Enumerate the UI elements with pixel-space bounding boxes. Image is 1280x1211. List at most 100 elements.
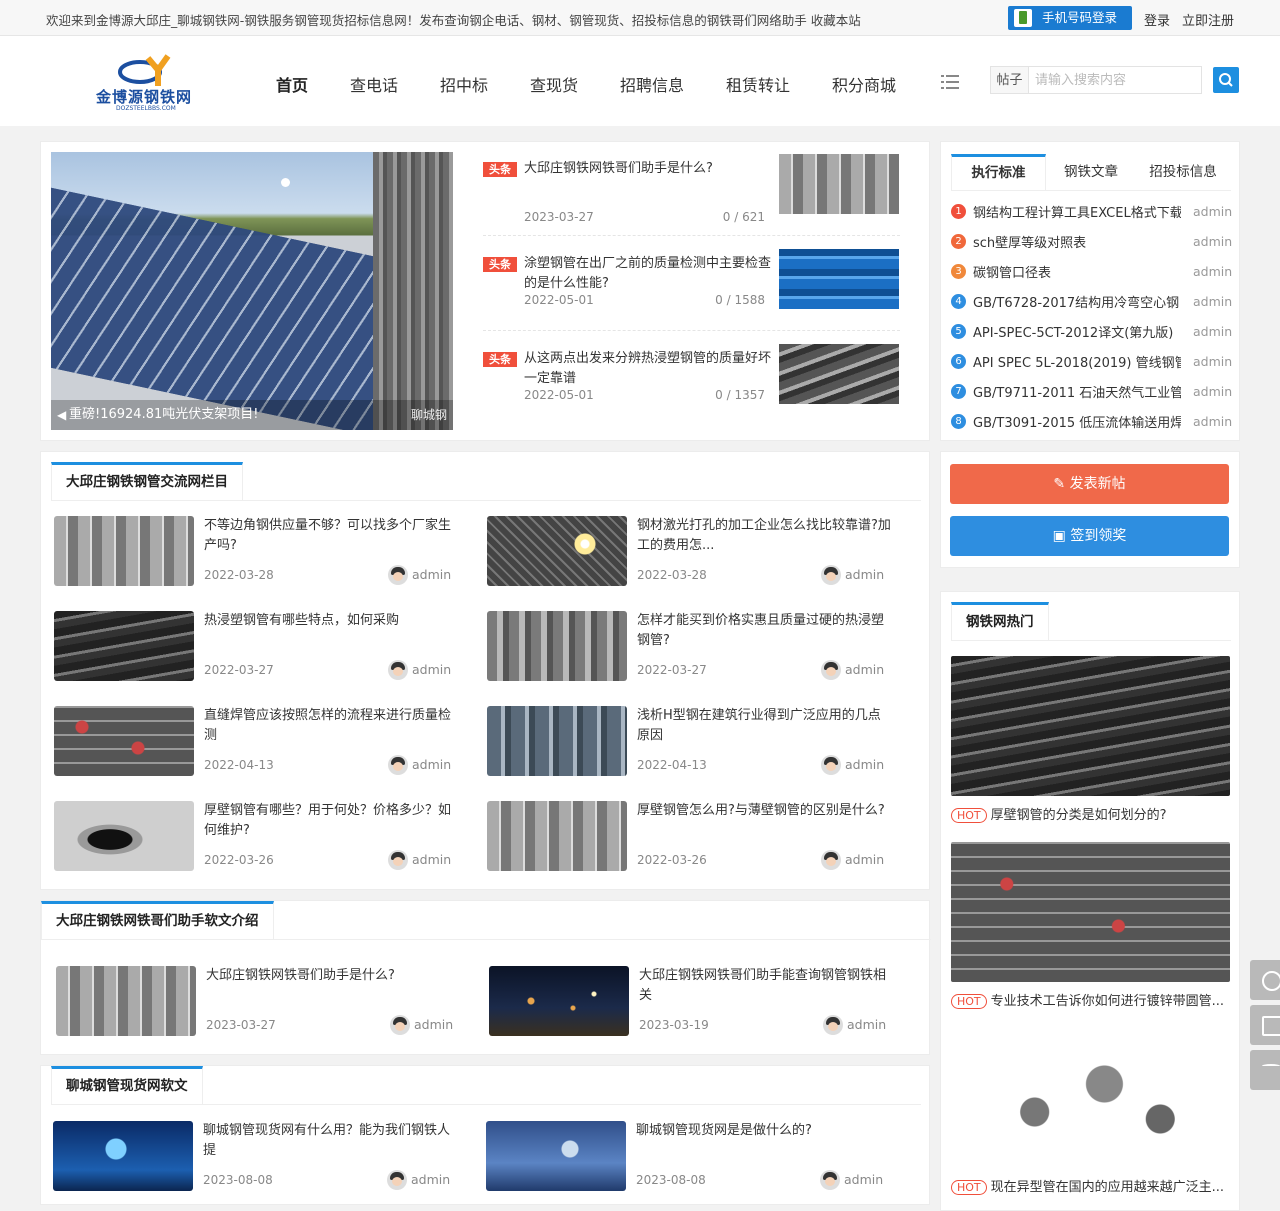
standard-author[interactable]: admin [1193, 294, 1232, 309]
standard-author[interactable]: admin [1193, 414, 1232, 429]
headline-title[interactable]: 涂塑钢管在出厂之前的质量检测中主要检查的是什么性能? [524, 254, 776, 294]
article-thumb[interactable] [487, 516, 627, 586]
article-title[interactable]: 不等边角钢供应量不够？可以找多个厂家生产吗? [204, 516, 460, 556]
article-title[interactable]: 大邱庄钢铁网铁哥们助手能查询钢管钢铁相关 [639, 966, 895, 1006]
slider-image-next[interactable] [373, 152, 453, 430]
standard-item[interactable]: 8 GB/T3091-2015 低压流体输送用焊 admin [951, 412, 1232, 444]
standard-title[interactable]: sch壁厚等级对照表 [973, 232, 1181, 251]
search-input[interactable] [1028, 66, 1202, 94]
standard-item[interactable]: 7 GB/T9711-2011 石油天然气工业管 admin [951, 382, 1232, 414]
login-link[interactable]: 登录 [1144, 10, 1170, 29]
standard-title[interactable]: GB/T6728-2017结构用冷弯空心钢 [973, 292, 1181, 311]
standard-title[interactable]: API-SPEC-5CT-2012译文(第九版) [973, 322, 1181, 341]
article-thumb[interactable] [53, 1121, 193, 1191]
headline-thumb[interactable] [779, 344, 899, 404]
article-title[interactable]: 浅析H型钢在建筑行业得到广泛应用的几点原因 [637, 706, 893, 746]
avatar[interactable] [821, 850, 841, 870]
article-title[interactable]: 厚壁钢管怎么用?与薄壁钢管的区别是什么? [637, 801, 893, 821]
headline-title[interactable]: 从这两点出发来分辨热浸塑钢管的质量好坏一定靠谱 [524, 349, 776, 389]
standard-title[interactable]: GB/T9711-2011 石油天然气工业管 [973, 382, 1181, 401]
article-thumb[interactable] [54, 706, 194, 776]
standard-title[interactable]: 钢结构工程计算工具EXCEL格式下载 [973, 202, 1181, 221]
register-link[interactable]: 立即注册 [1182, 10, 1234, 29]
article-title[interactable]: 怎样才能买到价格实惠且质量过硬的热浸塑钢管? [637, 611, 893, 651]
article-thumb[interactable] [487, 706, 627, 776]
article-item[interactable]: 热浸塑钢管有哪些特点，如何采购 2022-03-27 admin [54, 611, 474, 683]
avatar[interactable] [820, 1170, 840, 1190]
article-author[interactable]: admin [412, 852, 451, 867]
article-item[interactable]: 厚壁钢管怎么用?与薄壁钢管的区别是什么? 2022-03-26 admin [487, 801, 907, 873]
article-author[interactable]: admin [845, 662, 884, 677]
article-title[interactable]: 热浸塑钢管有哪些特点，如何采购 [204, 611, 460, 631]
article-thumb[interactable] [54, 611, 194, 681]
post-new-button[interactable]: ✎ 发表新帖 [950, 464, 1229, 504]
article-author[interactable]: admin [845, 852, 884, 867]
standard-author[interactable]: admin [1193, 324, 1232, 339]
article-title[interactable]: 钢材激光打孔的加工企业怎么找比较靠谱?加工的费用怎... [637, 516, 893, 556]
avatar[interactable] [388, 755, 408, 775]
article-title[interactable]: 聊城钢管现货网有什么用？能为我们钢铁人提 [203, 1121, 459, 1161]
hot-image[interactable] [951, 842, 1230, 982]
tab-standards[interactable]: 执行标准 [951, 154, 1046, 190]
article-item[interactable]: 大邱庄钢铁网铁哥们助手能查询钢管钢铁相关 2023-03-19 admin [489, 966, 909, 1038]
article-thumb[interactable] [56, 966, 196, 1036]
article-thumb[interactable] [487, 611, 627, 681]
slider-dot[interactable] [281, 178, 290, 187]
hot-image[interactable] [951, 656, 1230, 796]
article-title[interactable]: 直缝焊管应该按照怎样的流程来进行质量检测 [204, 706, 460, 746]
standard-item[interactable]: 1 钢结构工程计算工具EXCEL格式下载 admin [951, 202, 1232, 234]
search-type-select[interactable]: 帖子 [990, 66, 1028, 94]
article-item[interactable]: 怎样才能买到价格实惠且质量过硬的热浸塑钢管? 2022-03-27 admin [487, 611, 907, 683]
avatar[interactable] [388, 850, 408, 870]
tab-bidding[interactable]: 招投标信息 [1137, 154, 1229, 190]
standard-title[interactable]: API SPEC 5L-2018(2019) 管线钢管 [973, 352, 1181, 371]
hot-item[interactable]: HOT 厚壁钢管的分类是如何划分的? [951, 804, 1230, 823]
nav-phone[interactable]: 查电话 [350, 72, 398, 96]
article-author[interactable]: admin [412, 567, 451, 582]
standard-title[interactable]: 碳钢管口径表 [973, 262, 1181, 281]
standard-author[interactable]: admin [1193, 204, 1232, 219]
slider-caption[interactable]: ◀ 重磅!16924.81吨光伏支架项目! 聊城钢 [51, 400, 453, 430]
standard-author[interactable]: admin [1193, 234, 1232, 249]
night-mode-button[interactable] [1250, 960, 1280, 1000]
article-item[interactable]: 聊城钢管现货网有什么用？能为我们钢铁人提 2023-08-08 admin [53, 1121, 473, 1193]
hot-item[interactable]: HOT 专业技术工告诉你如何进行镀锌带圆管... [951, 990, 1230, 1009]
headline-item[interactable]: 头条 从这两点出发来分辨热浸塑钢管的质量好坏一定靠谱 2022-05-01 0 … [483, 342, 900, 426]
headline-title[interactable]: 大邱庄钢铁网铁哥们助手是什么? [524, 159, 776, 179]
article-author[interactable]: admin [844, 1172, 883, 1187]
nav-home[interactable]: 首页 [276, 72, 308, 96]
avatar[interactable] [388, 565, 408, 585]
article-author[interactable]: admin [412, 662, 451, 677]
article-thumb[interactable] [54, 801, 194, 871]
menu-list-icon[interactable] [941, 74, 959, 90]
avatar[interactable] [821, 565, 841, 585]
search-button[interactable] [1213, 67, 1239, 93]
hot-item[interactable]: HOT 现在异型管在国内的应用越来越广泛主... [951, 1176, 1230, 1195]
slider-image[interactable] [51, 152, 373, 430]
avatar[interactable] [821, 755, 841, 775]
nav-bidding[interactable]: 招中标 [440, 72, 488, 96]
tab-articles[interactable]: 钢铁文章 [1051, 154, 1131, 190]
article-author[interactable]: admin [845, 567, 884, 582]
standard-author[interactable]: admin [1193, 264, 1232, 279]
article-thumb[interactable] [487, 801, 627, 871]
feedback-button[interactable] [1250, 1005, 1280, 1045]
article-thumb[interactable] [54, 516, 194, 586]
article-author[interactable]: admin [847, 1017, 886, 1032]
standard-item[interactable]: 2 sch壁厚等级对照表 admin [951, 232, 1232, 264]
standard-item[interactable]: 3 碳钢管口径表 admin [951, 262, 1232, 294]
article-thumb[interactable] [486, 1121, 626, 1191]
nav-stock[interactable]: 查现货 [530, 72, 578, 96]
standard-author[interactable]: admin [1193, 384, 1232, 399]
back-to-top-button[interactable] [1250, 1050, 1280, 1090]
standard-item[interactable]: 5 API-SPEC-5CT-2012译文(第九版) admin [951, 322, 1232, 354]
article-thumb[interactable] [489, 966, 629, 1036]
article-item[interactable]: 聊城钢管现货网是是做什么的? 2023-08-08 admin [486, 1121, 906, 1193]
article-author[interactable]: admin [411, 1172, 450, 1187]
standard-title[interactable]: GB/T3091-2015 低压流体输送用焊 [973, 412, 1181, 431]
logo[interactable]: 金博源钢铁网 DOZSTEELBBS.COM [96, 50, 202, 112]
article-title[interactable]: 聊城钢管现货网是是做什么的? [636, 1121, 892, 1141]
article-item[interactable]: 厚壁钢管有哪些？用于何处？价格多少？如何维护? 2022-03-26 admin [54, 801, 474, 873]
sign-in-reward-button[interactable]: ▣ 签到领奖 [950, 516, 1229, 556]
article-item[interactable]: 钢材激光打孔的加工企业怎么找比较靠谱?加工的费用怎... 2022-03-28 ad… [487, 516, 907, 588]
